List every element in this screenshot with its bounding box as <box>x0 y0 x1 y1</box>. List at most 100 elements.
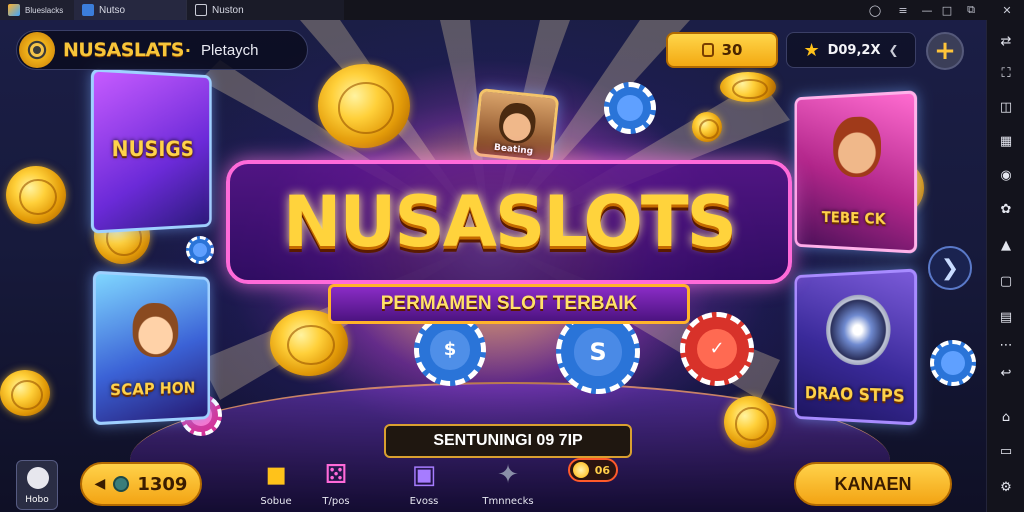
hero-subtitle-banner: PERMAMEN SLOT TERBAIK <box>328 284 690 324</box>
keyboard-icon[interactable]: ▦ <box>998 134 1014 150</box>
expand-icon[interactable]: ⇄ <box>998 34 1014 50</box>
hero-subtitle: PERMAMEN SLOT TERBAIK <box>380 293 638 314</box>
balance-value: D09,2X <box>827 42 881 58</box>
star-icon: ★ <box>803 39 820 61</box>
minimize-icon[interactable]: — <box>916 0 938 20</box>
game-card-scap-hon[interactable]: SCAP HON <box>92 270 211 426</box>
gold-coin <box>0 370 50 416</box>
poker-chip <box>930 340 976 386</box>
back-icon[interactable]: ↩ <box>998 366 1014 382</box>
app-icon <box>8 4 20 16</box>
gold-coin <box>724 396 776 448</box>
slot-machine-icon: ▣ <box>411 460 437 490</box>
tools-icon[interactable]: ✿ <box>998 202 1014 218</box>
poker-chip <box>186 236 214 264</box>
notification-badge[interactable]: 06 <box>568 458 618 482</box>
volume-icon[interactable]: ◫ <box>998 100 1014 116</box>
character-avatar <box>833 115 881 178</box>
help-icon[interactable]: ◯ <box>864 0 886 20</box>
tab-nuston[interactable]: Nuston <box>186 0 344 20</box>
brand-suffix: · <box>184 40 191 60</box>
play-button-label: KANAEN <box>834 473 912 494</box>
add-funds-button[interactable]: + <box>926 32 964 70</box>
app-window: Blueslacks Nutso Nuston ◯ ≡ — □ ⧉ ✕ ⇄ ⛶ … <box>0 0 1024 512</box>
home-tile-icon <box>27 467 49 489</box>
tab-blueslacks[interactable]: Blueslacks <box>0 0 74 20</box>
play-button[interactable]: KANAEN <box>794 462 952 506</box>
home-tile-button[interactable]: Hobo <box>16 460 58 510</box>
home-tile-label: Hobo <box>25 495 49 505</box>
settings-icon[interactable]: ⚙ <box>998 480 1014 496</box>
game-stage: $ S ✓ NUSIGS SCAP HON Beating TEBE CK DR… <box>0 20 986 512</box>
star-icon: ✦ <box>497 460 519 490</box>
card-title: TEBE CK <box>821 208 886 229</box>
nav-tmnnecks[interactable]: ✦ Tmnnecks <box>476 460 540 512</box>
page-icon <box>195 4 207 16</box>
screenshot-icon[interactable]: ▢ <box>998 274 1014 290</box>
next-arrow-button[interactable]: ❯ <box>928 246 972 290</box>
brand-header: NUSASLATS · Pletaych <box>16 30 308 70</box>
nav-sobue[interactable]: ◼ Sobue <box>244 460 308 512</box>
promo-ticker: SENTUNINGI 09 7IP <box>384 424 632 458</box>
more-icon[interactable]: ⋯ <box>998 338 1014 354</box>
game-card-beating[interactable]: Beating <box>472 88 560 164</box>
nav-label: Sobue <box>260 496 292 507</box>
gold-coin <box>692 112 722 142</box>
tab-label: Blueslacks <box>25 5 64 15</box>
gold-coin <box>318 64 410 148</box>
dice-icon: ⚄ <box>324 460 348 490</box>
balance-counter[interactable]: ★ D09,2X ❮ <box>786 32 916 68</box>
maximize-icon[interactable]: □ <box>936 0 958 20</box>
lucky-box-icon: ◼ <box>265 460 287 490</box>
character-avatar <box>132 302 179 358</box>
card-title: SCAP HON <box>109 378 196 400</box>
nav-label: Tmnnecks <box>482 496 534 507</box>
game-card-drao-stps[interactable]: DRAO STPS <box>794 268 918 426</box>
coin-counter[interactable]: 30 <box>666 32 778 68</box>
game-card-nusigs[interactable]: NUSIGS <box>90 68 212 234</box>
bet-value: 1309 <box>137 473 188 495</box>
tab-label: Nuston <box>212 4 244 16</box>
nav-label: T/pos <box>322 496 350 507</box>
recent-icon[interactable]: ▭ <box>998 444 1014 460</box>
restore-icon[interactable]: ⧉ <box>960 0 982 20</box>
side-toolbar: ⇄ ⛶ ◫ ▦ ◉ ✿ ▲ ▢ ▤ ⋯ ↩ ⌂ ▭ ⚙ <box>986 20 1024 512</box>
bet-button[interactable]: ◀ 1309 <box>80 462 202 506</box>
close-icon[interactable]: ✕ <box>996 0 1018 20</box>
location-icon[interactable]: ▲ <box>998 238 1014 254</box>
card-title: NUSIGS <box>111 136 194 162</box>
tab-label: Nutso <box>99 4 126 16</box>
brand-name: NUSASLATS <box>63 39 184 61</box>
nav-tpos[interactable]: ⚄ T/pos <box>304 460 368 512</box>
title-bar: Blueslacks Nutso Nuston ◯ ≡ — □ ⧉ ✕ <box>0 0 1024 20</box>
poker-chip: $ <box>414 314 486 386</box>
back-arrow-icon: ◀ <box>94 476 106 492</box>
gold-coin <box>6 166 66 224</box>
hero-logo: NUSASLOTS <box>226 160 792 284</box>
gold-coin <box>720 72 776 102</box>
badge-value: 06 <box>594 463 610 477</box>
folder-icon[interactable]: ▤ <box>998 310 1014 326</box>
card-title: DRAO STPS <box>804 383 905 408</box>
chevron-left-icon: ❮ <box>888 43 899 57</box>
chevron-right-icon: ❯ <box>940 255 960 281</box>
character-avatar <box>497 101 538 145</box>
poker-chip: ✓ <box>680 312 754 386</box>
brand-subtitle: Pletaych <box>200 41 259 59</box>
tab-nutso[interactable]: Nutso <box>74 0 186 20</box>
roulette-icon <box>826 293 891 366</box>
chip-icon <box>113 476 130 492</box>
menu-icon[interactable]: ≡ <box>892 0 914 20</box>
app-icon <box>82 4 94 16</box>
card-title: Beating <box>493 142 534 157</box>
home-icon[interactable]: ⌂ <box>998 410 1014 426</box>
plus-icon: + <box>934 36 956 66</box>
nav-label: Evoss <box>409 496 439 507</box>
brand-logo-icon <box>19 32 55 68</box>
coin-stack-icon <box>701 43 714 57</box>
poker-chip <box>604 82 656 134</box>
game-card-tebe-ck[interactable]: TEBE CK <box>794 90 918 254</box>
nav-evoss[interactable]: ▣ Evoss <box>392 460 456 512</box>
fullscreen-icon[interactable]: ⛶ <box>998 66 1014 82</box>
record-icon[interactable]: ◉ <box>998 168 1014 184</box>
